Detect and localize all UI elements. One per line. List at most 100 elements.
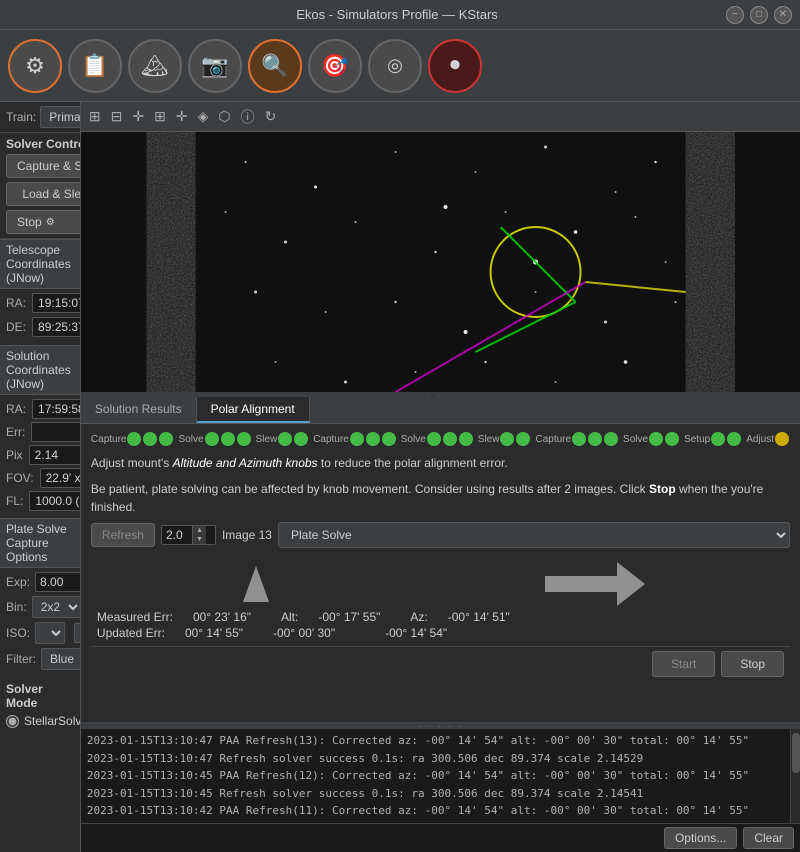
log-entry-2: 2023-01-15T13:10:45 PAA Refresh(12): Cor…	[87, 767, 784, 785]
step-dot-c1-3	[159, 432, 173, 446]
log-options-button[interactable]: Options...	[664, 827, 737, 849]
crosshair-tool[interactable]: ✛	[172, 106, 192, 127]
step-solve3-label: Solve	[623, 434, 648, 445]
dome-icon[interactable]: ⏺	[428, 39, 482, 93]
sol-err-label: Err:	[6, 425, 25, 439]
updated-err-value: 00° 14' 55"	[185, 626, 243, 640]
solution-err-row: Err:	[6, 422, 74, 442]
stats-tool[interactable]: ⬡	[214, 106, 234, 127]
bin-select[interactable]: 2x21x1	[32, 596, 81, 618]
stop-label: Stop	[17, 215, 42, 229]
telescope-coords-header: Telescope Coordinates (JNow)	[0, 239, 80, 289]
solution-coords-section: RA: DE: Err: Pix PA: FOV: R:	[0, 395, 80, 518]
fit-tool[interactable]: ✛	[128, 106, 148, 127]
tab-polar-alignment[interactable]: Polar Alignment	[197, 397, 310, 423]
solver-mode-row: StellarSolver Remote	[6, 714, 74, 728]
minimize-button[interactable]: −	[726, 6, 744, 24]
telescope-coords-section: RA: Accuracy ▲ ▼ DE: Settle	[0, 289, 80, 345]
load-slew-button[interactable]: Load & Slew...	[6, 182, 81, 206]
sol-err-input[interactable]	[31, 422, 81, 442]
iso-label: ISO:	[6, 626, 30, 640]
refresh-value-input[interactable]	[162, 526, 192, 544]
refresh-up[interactable]: ▲	[193, 526, 206, 535]
stellar-solver-item[interactable]: StellarSolver	[6, 714, 81, 728]
log-entry-1: 2023-01-15T13:10:47 Refresh solver succe…	[87, 750, 784, 768]
updated-err-label: Updated Err:	[97, 626, 165, 640]
solver-mode-section: Solver Mode StellarSolver Remote	[0, 678, 80, 732]
titlebar: Ekos - Simulators Profile — KStars − □ ✕	[0, 0, 800, 30]
step-dot-c2-1	[350, 432, 364, 446]
step-solve1-label: Solve	[178, 434, 203, 445]
sol-pix-input[interactable]	[29, 445, 81, 465]
close-button[interactable]: ✕	[774, 6, 792, 24]
scheduler-icon[interactable]: 📋	[68, 39, 122, 93]
step-dot-adjust-1	[775, 432, 789, 446]
sol-fov-label: FOV:	[6, 471, 34, 485]
plate-solve-select[interactable]: Plate Solve	[278, 522, 790, 548]
ra-row: RA: Accuracy ▲ ▼	[6, 293, 74, 313]
align-icon[interactable]: 🏔	[128, 39, 182, 93]
zoom-out-tool[interactable]: ⊟	[107, 106, 127, 127]
log-entry-0: 2023-01-15T13:10:47 PAA Refresh(13): Cor…	[87, 732, 784, 750]
step-dot-s2-3	[459, 432, 473, 446]
measured-err-value: 00° 23' 16"	[193, 610, 251, 624]
alt-value: -00° 17' 55"	[318, 610, 380, 624]
mount-icon[interactable]: ◎	[368, 39, 422, 93]
log-scrollbar[interactable]	[790, 729, 800, 823]
alt-label: Alt:	[281, 610, 298, 624]
exp-spinbox: ▲ ▼	[35, 572, 81, 592]
step-capture1-label: Capture	[91, 434, 127, 445]
step-dot-s2-1	[427, 432, 441, 446]
solution-pix-row: Pix PA:	[6, 445, 74, 465]
start-button[interactable]: Start	[652, 651, 715, 677]
de-input[interactable]	[32, 317, 81, 337]
step-dot-s2-2	[443, 432, 457, 446]
log-clear-button[interactable]: Clear	[743, 827, 794, 849]
stellar-solver-radio[interactable]	[6, 715, 19, 728]
filter-select[interactable]: BlueRedGreen	[41, 648, 81, 670]
train-row: Train: Primary ✏	[0, 102, 80, 133]
ra-input[interactable]	[32, 293, 81, 313]
solution-fl-row: FL: F/:	[6, 491, 74, 511]
step-solve2-label: Solve	[401, 434, 426, 445]
filter-label: Filter:	[6, 652, 36, 666]
steps-row: Capture Solve Slew Capture Solve	[91, 432, 790, 446]
sol-ra-input[interactable]	[32, 399, 81, 419]
guide-icon[interactable]: 🎯	[308, 39, 362, 93]
tab-solution-results[interactable]: Solution Results	[81, 397, 197, 423]
setup-icon[interactable]: ⚙	[8, 39, 62, 93]
solution-fov-row: FOV: R:	[6, 468, 74, 488]
stop-solver-button[interactable]: Stop ⚙	[6, 210, 81, 234]
sol-fl-input[interactable]	[29, 491, 81, 511]
bin-label: Bin:	[6, 600, 27, 614]
zoom-in-tool[interactable]: ⊞	[85, 106, 105, 127]
image-toolbar: ⊞ ⊟ ✛ ⊞ ✛ ◈ ⬡ ⓘ ↻	[81, 102, 800, 132]
log-content-area: 2023-01-15T13:10:47 PAA Refresh(13): Cor…	[81, 729, 800, 823]
capture-icon[interactable]: 📷	[188, 39, 242, 93]
iso-select[interactable]	[35, 622, 65, 644]
maximize-button[interactable]: □	[750, 6, 768, 24]
capture-solve-button[interactable]: Capture & Solve	[6, 154, 81, 178]
window-title: Ekos - Simulators Profile — KStars	[68, 7, 726, 22]
refresh-down[interactable]: ▼	[193, 535, 206, 544]
action-buttons: Start Stop	[91, 646, 790, 681]
refresh-button[interactable]: Refresh	[91, 523, 155, 547]
markers-tool[interactable]: ◈	[194, 106, 213, 127]
stellar-solver-label: StellarSolver	[24, 714, 81, 728]
measured-err-row: Measured Err: 00° 23' 16" Alt: -00° 17' …	[97, 610, 784, 624]
stop-polar-button[interactable]: Stop	[721, 651, 784, 677]
solver-control-header: Solver Control	[6, 137, 81, 154]
train-select[interactable]: Primary	[40, 106, 81, 128]
info-tool[interactable]: ⓘ	[237, 105, 259, 129]
step-dot-c3-3	[604, 432, 618, 446]
step-dot-s3-2	[665, 432, 679, 446]
iso-icon-btn[interactable]: ↩	[74, 623, 81, 643]
rotate-tool[interactable]: ↻	[261, 106, 281, 127]
step-dot-s1-3	[237, 432, 251, 446]
updated-err-row: Updated Err: 00° 14' 55" -00° 00' 30" -0…	[97, 626, 784, 640]
grid-tool[interactable]: ⊞	[150, 106, 170, 127]
exp-input[interactable]	[36, 573, 81, 591]
step-slew1-label: Slew	[256, 434, 278, 445]
focus-icon[interactable]: 🔍	[248, 39, 302, 93]
sol-fov-input[interactable]	[40, 468, 81, 488]
